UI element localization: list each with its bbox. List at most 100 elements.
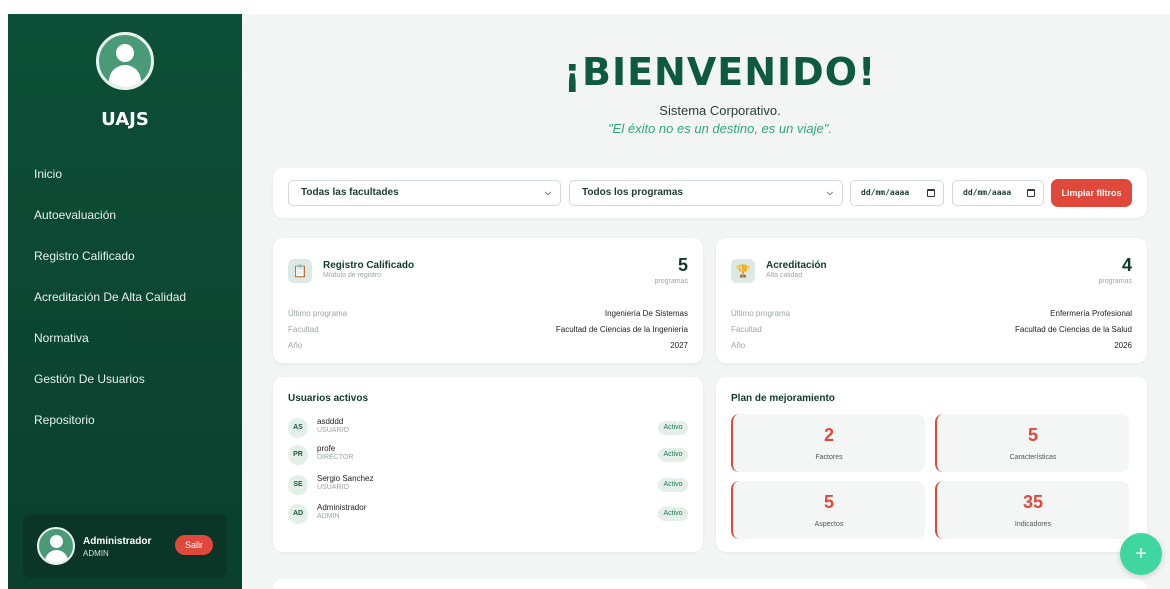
trophy-icon: 🏆 bbox=[731, 259, 755, 283]
metric-label: Características bbox=[1009, 454, 1057, 461]
detail-value: Facultad de Ciencias de la Ingeniería bbox=[555, 325, 688, 334]
detail-value: Ingeniería De Sistemas bbox=[604, 309, 688, 318]
page-title: ¡BIENVENIDO! bbox=[563, 50, 877, 94]
section-title: Plan de mejoramiento bbox=[731, 393, 835, 404]
detail-value: Facultad de Ciencias de la Salud bbox=[1015, 325, 1132, 334]
faculty-select[interactable]: Todas las facultades ⌵ bbox=[288, 180, 561, 206]
clear-filters-button[interactable]: Limpiar filtros bbox=[1051, 179, 1132, 207]
add-button[interactable]: + bbox=[1120, 533, 1162, 575]
metric-aspectos: 5 Aspectos bbox=[731, 481, 925, 539]
user-name: asdddd bbox=[317, 417, 344, 426]
program-select[interactable]: Todos los programas ⌵ bbox=[569, 180, 843, 206]
logout-button[interactable]: Salir bbox=[175, 535, 213, 555]
status-badge: Activo bbox=[658, 448, 688, 462]
metric-label: Factores bbox=[815, 454, 843, 461]
date-to-input[interactable]: dd/mm/aaaa bbox=[952, 180, 1044, 206]
metric-value: 5 bbox=[1027, 425, 1038, 445]
detail-value: 2027 bbox=[670, 341, 688, 350]
detail-label: Año bbox=[731, 341, 746, 350]
sidebar-item-acreditacion[interactable]: Acreditación De Alta Calidad bbox=[8, 287, 242, 328]
detail-row: Último programa Ingeniería De Sistemas bbox=[288, 309, 688, 323]
avatar: SE bbox=[288, 475, 308, 495]
avatar: PR bbox=[288, 445, 308, 465]
acreditacion-card: 🏆 Acreditación Alta calidad 4 programas … bbox=[716, 238, 1147, 363]
clipboard-icon: 📋 bbox=[288, 259, 312, 283]
program-count: 5 bbox=[677, 255, 688, 275]
sidebar-nav: Inicio Autoevaluación Registro Calificad… bbox=[8, 164, 242, 451]
bottom-card bbox=[273, 579, 1147, 589]
sidebar-item-autoevaluacion[interactable]: Autoevaluación bbox=[8, 205, 242, 246]
metric-value: 5 bbox=[823, 492, 834, 512]
user-name: Sergio Sanchez bbox=[317, 474, 374, 483]
sidebar: UAJS Inicio Autoevaluación Registro Cali… bbox=[8, 14, 242, 589]
sidebar-item-inicio[interactable]: Inicio bbox=[8, 164, 242, 205]
metric-indicadores: 35 Indicadores bbox=[935, 481, 1129, 539]
detail-row: Año 2026 bbox=[731, 341, 1132, 355]
status-badge: Activo bbox=[658, 478, 688, 492]
user-list-item[interactable]: AD Administrador ADMIN Activo bbox=[288, 501, 688, 527]
program-count-label: programas bbox=[1098, 278, 1132, 285]
card-title: Registro Calificado bbox=[323, 260, 415, 271]
metric-value: 35 bbox=[1022, 492, 1044, 512]
sidebar-item-gestion-usuarios[interactable]: Gestión De Usuarios bbox=[8, 369, 242, 410]
detail-label: Facultad bbox=[731, 325, 762, 334]
date-to-placeholder: dd/mm/aaaa bbox=[963, 188, 1012, 197]
metric-label: Indicadores bbox=[1014, 521, 1052, 528]
user-list-item[interactable]: AS asdddd USUARIO Activo bbox=[288, 415, 688, 441]
avatar: AD bbox=[288, 504, 308, 524]
sidebar-item-normativa[interactable]: Normativa bbox=[8, 328, 242, 369]
sidebar-item-repositorio[interactable]: Repositorio bbox=[8, 410, 242, 451]
date-from-input[interactable]: dd/mm/aaaa bbox=[850, 180, 944, 206]
current-user-card: Administrador ADMIN Salir bbox=[23, 514, 227, 578]
page-subtitle: Sistema Corporativo. bbox=[659, 103, 781, 118]
sidebar-item-registro-calificado[interactable]: Registro Calificado bbox=[8, 246, 242, 287]
user-name: Administrador bbox=[317, 503, 367, 512]
detail-label: Último programa bbox=[288, 309, 348, 318]
brand-name: UAJS bbox=[101, 109, 149, 130]
detail-row: Año 2027 bbox=[288, 341, 688, 355]
user-role: ADMIN bbox=[317, 513, 340, 520]
card-subtitle: Alta calidad bbox=[766, 272, 803, 279]
detail-value: Enfermería Profesional bbox=[1050, 309, 1132, 318]
program-count: 4 bbox=[1121, 255, 1132, 275]
active-users-card: Usuarios activos AS asdddd USUARIO Activ… bbox=[273, 377, 703, 552]
metric-caracteristicas: 5 Características bbox=[935, 414, 1129, 472]
chevron-down-icon: ⌵ bbox=[826, 188, 833, 197]
card-subtitle: Módulo de registro bbox=[323, 272, 381, 279]
status-badge: Activo bbox=[658, 421, 688, 435]
section-title: Usuarios activos bbox=[288, 393, 369, 404]
user-role: DIRECTOR bbox=[317, 454, 354, 461]
user-list-item[interactable]: SE Sergio Sanchez USUARIO Activo bbox=[288, 472, 688, 498]
user-logo-icon bbox=[96, 32, 154, 90]
detail-label: Último programa bbox=[731, 309, 791, 318]
avatar: AS bbox=[288, 418, 308, 438]
program-count-label: programas bbox=[654, 278, 688, 285]
user-name: profe bbox=[317, 444, 336, 453]
current-user-role: ADMIN bbox=[83, 549, 109, 558]
detail-value: 2026 bbox=[1114, 341, 1132, 350]
avatar bbox=[37, 527, 75, 565]
metric-label: Aspectos bbox=[814, 521, 844, 528]
chevron-down-icon: ⌵ bbox=[544, 188, 551, 197]
calendar-icon[interactable] bbox=[927, 189, 935, 197]
metric-value: 2 bbox=[823, 425, 834, 445]
filter-bar: Todas las facultades ⌵ Todos los program… bbox=[273, 168, 1147, 218]
detail-row: Facultad Facultad de Ciencias de la Salu… bbox=[731, 325, 1132, 339]
program-select-value: Todos los programas bbox=[582, 187, 683, 198]
detail-label: Año bbox=[288, 341, 303, 350]
page-quote: "El éxito no es un destino, es un viaje"… bbox=[608, 121, 832, 136]
registro-calificado-card: 📋 Registro Calificado Módulo de registro… bbox=[273, 238, 703, 363]
date-from-placeholder: dd/mm/aaaa bbox=[861, 188, 910, 197]
status-badge: Activo bbox=[658, 507, 688, 521]
metric-factores: 2 Factores bbox=[731, 414, 925, 472]
user-role: USUARIO bbox=[317, 427, 349, 434]
detail-label: Facultad bbox=[288, 325, 319, 334]
calendar-icon[interactable] bbox=[1027, 189, 1035, 197]
user-list-item[interactable]: PR profe DIRECTOR Activo bbox=[288, 442, 688, 468]
current-user-name: Administrador bbox=[83, 536, 152, 547]
detail-row: Último programa Enfermería Profesional bbox=[731, 309, 1132, 323]
card-title: Acreditación bbox=[766, 260, 827, 271]
improvement-plan-card: Plan de mejoramiento 2 Factores 5 Caract… bbox=[716, 377, 1147, 552]
faculty-select-value: Todas las facultades bbox=[301, 187, 399, 198]
user-role: USUARIO bbox=[317, 484, 349, 491]
